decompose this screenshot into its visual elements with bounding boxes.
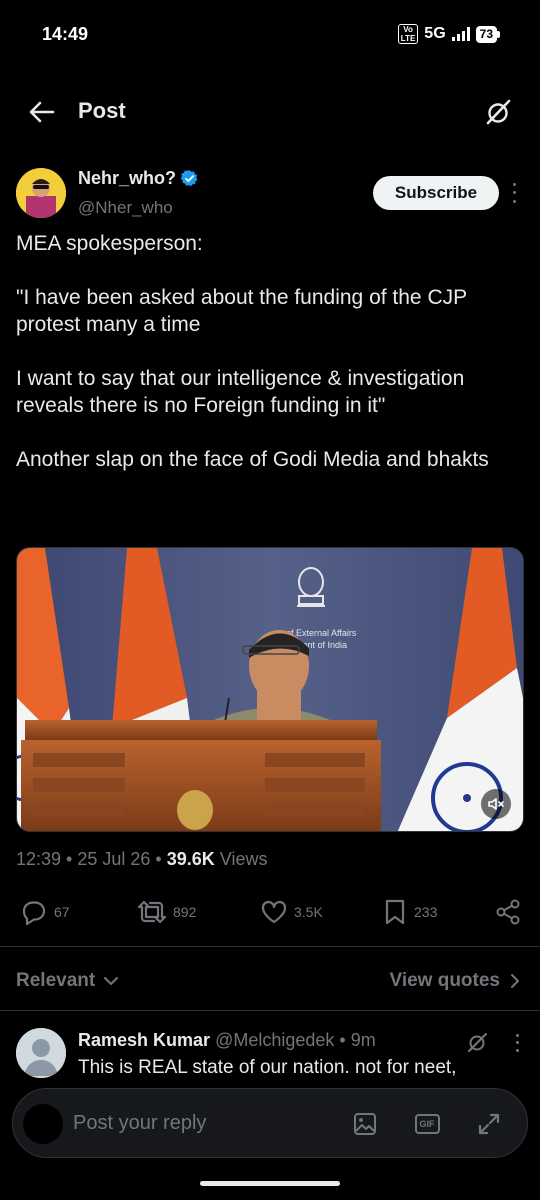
post-paragraph: MEA spokesperson: <box>16 232 203 255</box>
author-name[interactable]: Nehr_who? <box>78 168 199 189</box>
reply-avatar[interactable] <box>16 1028 66 1078</box>
reply-icon <box>22 901 46 926</box>
repost-icon <box>137 900 167 924</box>
volte-icon: Vo LTE <box>397 24 419 44</box>
post-actions: 67 892 3.5K 233 <box>0 892 540 932</box>
bookmark-icon <box>385 899 405 925</box>
battery-icon: 73 <box>475 25 500 43</box>
reply-composer: GIF <box>12 1088 528 1158</box>
network-type: 5G <box>424 25 446 42</box>
volume-muted-icon <box>488 798 504 810</box>
image-icon <box>354 1113 376 1135</box>
replies-sort-row: Relevant View quotes <box>0 962 540 1002</box>
reply-grok-button[interactable] <box>466 1031 488 1058</box>
view-quotes-label: View quotes <box>389 970 500 991</box>
sort-label: Relevant <box>16 970 96 991</box>
expand-button[interactable] <box>475 1110 503 1138</box>
status-bar: 14:49 Vo LTE 5G 73 <box>0 0 540 70</box>
views-label: Views <box>219 849 268 869</box>
like-button[interactable]: 3.5K <box>260 898 323 926</box>
post-timestamp: 12:39 • 25 Jul 26 • <box>16 849 167 869</box>
reply-author-name[interactable]: Ramesh Kumar <box>78 1030 210 1050</box>
sort-dropdown[interactable]: Relevant <box>16 970 119 992</box>
views-count[interactable]: 39.6K <box>167 849 215 869</box>
share-icon <box>496 899 520 925</box>
reply-button[interactable]: 67 <box>20 898 70 926</box>
bookmark-button[interactable]: 233 <box>382 898 437 926</box>
avatar-image <box>16 168 66 218</box>
back-button[interactable] <box>26 96 58 128</box>
reply-count: 67 <box>54 904 70 920</box>
more-options-button[interactable] <box>507 180 521 206</box>
share-button[interactable] <box>494 898 522 926</box>
post-video[interactable]: y of External Affairs rnment of India <box>16 547 524 832</box>
signal-icon <box>451 27 470 41</box>
reply-more-button[interactable] <box>510 1032 524 1054</box>
author-handle[interactable]: @Nher_who <box>78 198 173 218</box>
default-avatar-icon <box>16 1028 66 1078</box>
video-frame: y of External Affairs rnment of India <box>17 548 523 831</box>
bookmark-count: 233 <box>414 904 438 920</box>
author-name-text: Nehr_who? <box>78 168 177 188</box>
post-paragraph: "I have been asked about the funding of … <box>16 286 467 336</box>
my-avatar <box>23 1104 63 1144</box>
grok-icon <box>468 1033 487 1052</box>
battery-level: 73 <box>475 25 497 43</box>
mute-button[interactable] <box>481 789 511 819</box>
grok-button[interactable] <box>482 96 514 128</box>
author-avatar[interactable] <box>16 168 66 218</box>
reply-input[interactable] <box>73 1112 293 1135</box>
repost-count: 892 <box>173 904 197 920</box>
grok-icon <box>486 99 511 125</box>
reply-header: Ramesh Kumar @Melchigedek • 9m <box>78 1030 376 1051</box>
expand-icon <box>478 1113 500 1135</box>
post-metadata: 12:39 • 25 Jul 26 • 39.6K Views <box>16 849 267 870</box>
subscribe-button[interactable]: Subscribe <box>373 176 499 210</box>
verified-badge-icon <box>180 170 198 187</box>
arrow-left-icon <box>29 101 55 123</box>
chevron-down-icon <box>104 977 119 985</box>
chevron-right-icon <box>511 974 519 988</box>
repost-button[interactable]: 892 <box>137 898 196 926</box>
divider <box>0 1010 540 1011</box>
reply-text: This is REAL state of our nation. not fo… <box>78 1057 457 1078</box>
divider <box>0 946 540 947</box>
status-indicators: Vo LTE 5G 73 <box>397 24 500 44</box>
post-paragraph: Another slap on the face of Godi Media a… <box>16 448 489 471</box>
gif-icon: GIF <box>414 1114 440 1134</box>
heart-icon <box>261 900 287 924</box>
like-count: 3.5K <box>294 904 323 920</box>
post-text: MEA spokesperson: "I have been asked abo… <box>16 230 528 473</box>
page-title: Post <box>78 98 126 123</box>
top-bar: Post <box>0 80 540 144</box>
view-quotes-link[interactable]: View quotes <box>389 970 520 992</box>
reply-author-handle[interactable]: @Melchigedek <box>215 1030 334 1050</box>
home-indicator[interactable] <box>200 1181 340 1186</box>
reply-item[interactable]: Ramesh Kumar @Melchigedek • 9m This is R… <box>0 1022 540 1082</box>
image-button[interactable] <box>351 1110 379 1138</box>
post-paragraph: I want to say that our intelligence & in… <box>16 367 465 417</box>
gif-button[interactable]: GIF <box>413 1110 441 1138</box>
status-time: 14:49 <box>42 24 89 44</box>
reply-time: • 9m <box>339 1030 376 1050</box>
